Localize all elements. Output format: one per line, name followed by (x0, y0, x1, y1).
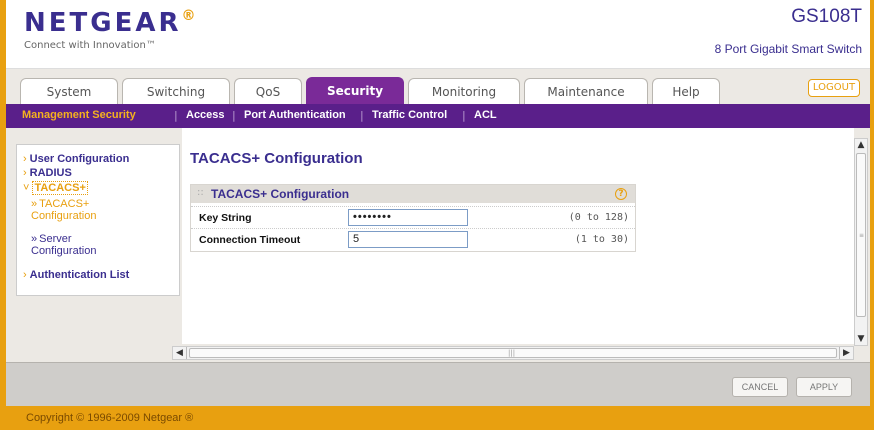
vertical-scrollbar[interactable]: ▲ ≡ ▼ (854, 138, 868, 346)
chevron-right-icon: › (23, 153, 27, 165)
chevron-right-icon: › (23, 269, 27, 281)
connection-timeout-input[interactable]: 5 (348, 231, 468, 248)
double-chevron-icon: » (31, 233, 38, 245)
scroll-down-icon[interactable]: ▼ (856, 333, 866, 345)
help-icon[interactable]: ? (615, 188, 627, 200)
page-title: TACACS+ Configuration (190, 150, 363, 167)
scroll-grip-icon: ≡ (859, 232, 865, 239)
subnav-separator: | (462, 109, 466, 122)
tab-maintenance[interactable]: Maintenance (524, 78, 648, 106)
tagline: Connect with Innovation™ (24, 40, 156, 51)
tab-monitoring[interactable]: Monitoring (408, 78, 520, 106)
sidebar-subitem-label: Configuration (31, 245, 97, 257)
panel-title: TACACS+ Configuration (211, 187, 350, 201)
chevron-down-icon: ˅ (23, 182, 30, 194)
tab-help[interactable]: Help (652, 78, 720, 106)
netgear-logo: NETGEAR® (24, 8, 199, 38)
chevron-right-icon: › (23, 167, 27, 179)
sidebar-subitem-label: Server (39, 233, 72, 245)
scroll-right-icon[interactable]: ▶ (839, 347, 853, 359)
sub-navigation: Management Security | Access | Port Auth… (6, 104, 870, 128)
header: NETGEAR® Connect with Innovation™ GS108T… (6, 0, 870, 68)
scroll-thumb[interactable]: ≡ (856, 153, 866, 317)
sidebar-item-user-configuration[interactable]: › User Configuration (23, 153, 129, 165)
key-string-input[interactable]: •••••••• (348, 209, 468, 226)
copyright-text: Copyright © 1996-2009 Netgear ® (26, 412, 194, 424)
sidebar-subitem-label: TACACS+ (39, 198, 90, 210)
connection-timeout-range: (1 to 30) (574, 234, 629, 245)
tab-security[interactable]: Security (306, 77, 404, 106)
logo-registered-mark: ® (181, 8, 199, 24)
model-name: GS108T (791, 6, 862, 27)
model-description: 8 Port Gigabit Smart Switch (714, 42, 862, 56)
drag-grip-icon: :: (197, 187, 204, 198)
tacacs-config-panel: :: TACACS+ Configuration ? Key String ••… (190, 184, 636, 252)
footer: Copyright © 1996-2009 Netgear ® (6, 406, 870, 430)
right-border (870, 0, 874, 430)
cancel-button[interactable]: CANCEL (732, 377, 788, 397)
subnav-separator: | (174, 109, 178, 122)
sidebar-item-label: RADIUS (29, 167, 72, 179)
sidebar: › User Configuration › RADIUS ˅ TACACS+ » TA… (16, 144, 180, 296)
sidebar-subitem-label: Configuration (31, 210, 97, 222)
action-bar: CANCEL APPLY (6, 362, 870, 406)
subnav-acl[interactable]: ACL (474, 109, 497, 121)
sidebar-item-label: Authentication List (29, 269, 130, 281)
subnav-separator: | (232, 109, 236, 122)
scroll-thumb[interactable]: ||| (189, 348, 837, 358)
scroll-grip-icon: ||| (508, 349, 516, 357)
form-row-key-string: Key String •••••••• (0 to 128) (191, 206, 635, 228)
logo-text: NETGEAR (24, 8, 182, 38)
tab-system[interactable]: System (20, 78, 118, 106)
subnav-management-security[interactable]: Management Security (22, 109, 136, 121)
apply-button[interactable]: APPLY (796, 377, 852, 397)
sidebar-item-radius[interactable]: › RADIUS (23, 167, 72, 179)
sidebar-item-label: User Configuration (29, 153, 130, 165)
main-panel: TACACS+ Configuration :: TACACS+ Configu… (182, 128, 854, 344)
scroll-left-icon[interactable]: ◀ (173, 347, 187, 359)
content-area: › User Configuration › RADIUS ˅ TACACS+ » TA… (6, 128, 870, 362)
key-string-label: Key String (199, 212, 252, 224)
form-row-connection-timeout: Connection Timeout 5 (1 to 30) (191, 228, 635, 250)
sidebar-subitem-server-configuration[interactable]: » Server Configuration (31, 233, 96, 257)
subnav-traffic-control[interactable]: Traffic Control (372, 109, 447, 121)
main-tab-bar: System Switching QoS Security Monitoring… (6, 68, 870, 106)
tab-switching[interactable]: Switching (122, 78, 230, 106)
horizontal-scrollbar[interactable]: ◀ ||| ▶ (172, 346, 854, 360)
scroll-up-icon[interactable]: ▲ (856, 139, 866, 151)
key-string-range: (0 to 128) (568, 212, 629, 223)
connection-timeout-label: Connection Timeout (199, 234, 301, 246)
subnav-access[interactable]: Access (186, 109, 225, 121)
sidebar-item-authentication-list[interactable]: › Authentication List (23, 269, 129, 281)
tab-qos[interactable]: QoS (234, 78, 302, 106)
panel-header: :: TACACS+ Configuration ? (191, 185, 635, 203)
sidebar-item-tacacs[interactable]: ˅ TACACS+ (23, 181, 88, 195)
subnav-port-authentication[interactable]: Port Authentication (244, 109, 346, 121)
subnav-separator: | (360, 109, 364, 122)
double-chevron-icon: » (31, 198, 38, 210)
sidebar-subitem-tacacs-configuration[interactable]: » TACACS+ Configuration (31, 198, 96, 222)
logout-button[interactable]: LOGOUT (808, 79, 860, 97)
sidebar-item-label: TACACS+ (32, 181, 88, 195)
